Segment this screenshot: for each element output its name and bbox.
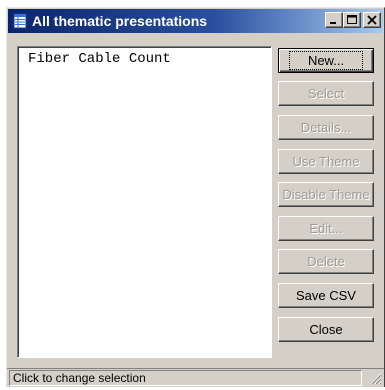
new-button-label: New... [288,51,364,70]
edit-button[interactable]: Edit... [278,216,374,241]
disable-theme-button[interactable]: Disable Theme [278,182,374,207]
status-text: Click to change selection [9,370,362,386]
resize-grip-icon[interactable] [368,371,382,385]
status-bar: Click to change selection [7,368,384,387]
window-controls [325,12,381,28]
presentation-list[interactable]: Fiber Cable Count [17,46,272,358]
close-button[interactable]: Close [278,317,374,342]
list-item[interactable]: Fiber Cable Count [18,47,271,67]
minimize-button[interactable] [325,12,343,28]
close-window-button[interactable] [363,12,381,28]
window-title: All thematic presentations [32,13,208,29]
details-button[interactable]: Details... [278,115,374,140]
minimize-icon [330,22,336,24]
title-bar[interactable]: All thematic presentations [8,9,383,33]
select-button[interactable]: Select [278,81,374,106]
close-icon [367,15,377,25]
maximize-button[interactable] [343,12,361,28]
new-button[interactable]: New... [278,48,374,73]
thematic-presentations-dialog: All thematic presentations Fiber Cable C… [6,7,385,387]
save-csv-button[interactable]: Save CSV [278,283,374,308]
delete-button[interactable]: Delete [278,249,374,274]
maximize-icon [347,15,357,24]
use-theme-button[interactable]: Use Theme [278,149,374,174]
table-window-icon [12,13,28,29]
